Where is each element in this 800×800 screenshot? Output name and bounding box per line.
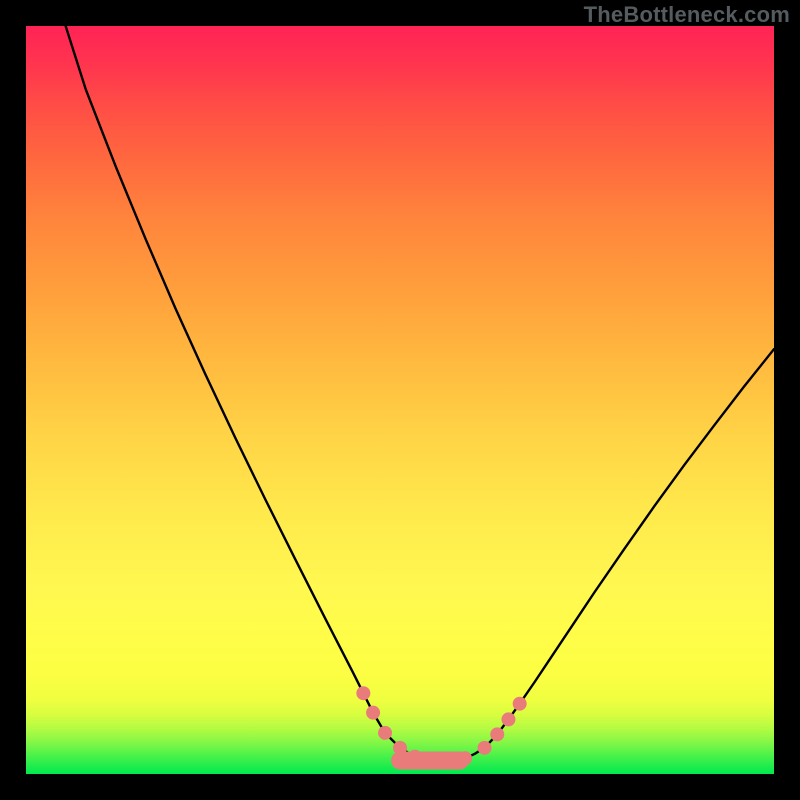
curve-marker xyxy=(356,686,370,700)
chart-frame: TheBottleneck.com xyxy=(0,0,800,800)
curve-marker xyxy=(478,741,492,755)
watermark-text: TheBottleneck.com xyxy=(584,2,790,28)
bottleneck-curve xyxy=(66,26,774,761)
curve-marker xyxy=(366,706,380,720)
curve-marker xyxy=(378,726,392,740)
chart-plot-area xyxy=(26,26,774,774)
curve-bottom-strip xyxy=(391,752,469,770)
curve-marker xyxy=(513,697,527,711)
curve-marker xyxy=(490,727,504,741)
curve-marker xyxy=(501,712,515,726)
curve-layer xyxy=(26,26,774,774)
